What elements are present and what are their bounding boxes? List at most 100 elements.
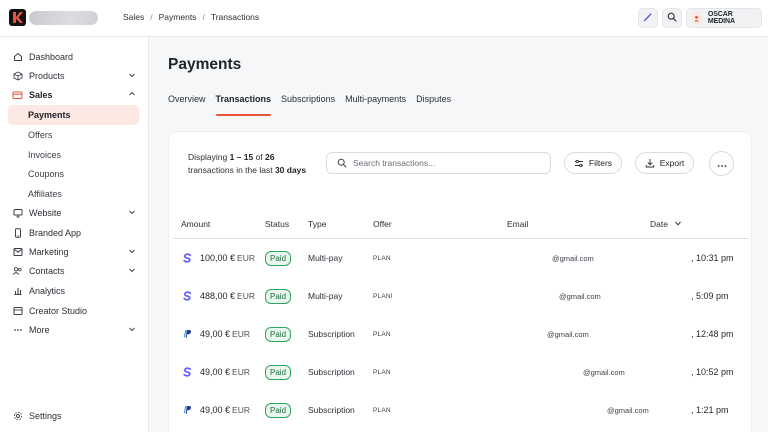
paypal-icon bbox=[183, 391, 192, 429]
tab-overview[interactable]: Overview bbox=[168, 94, 206, 116]
offer-cell[interactable]: PLAN bbox=[373, 315, 391, 353]
brand-logo-icon[interactable] bbox=[9, 9, 26, 26]
offer-cell[interactable]: PLAN bbox=[373, 391, 391, 429]
sidebar-item-sales[interactable]: Sales bbox=[8, 85, 139, 104]
tab-disputes[interactable]: Disputes bbox=[416, 94, 451, 116]
column-amount[interactable]: Amount bbox=[181, 219, 210, 229]
table-row[interactable]: 49,00 € EUR Paid Subscription PLAN @gmail… bbox=[173, 353, 749, 391]
column-email[interactable]: Email bbox=[507, 219, 528, 229]
stripe-icon bbox=[183, 277, 192, 315]
summary-total: 26 bbox=[265, 152, 275, 162]
chevron-up-icon bbox=[128, 90, 136, 100]
summary-period: 30 days bbox=[274, 164, 307, 175]
breadcrumb-transactions: Transactions bbox=[210, 12, 260, 22]
status-badge: Paid bbox=[265, 364, 292, 380]
user-name: OSCAR MEDINA bbox=[707, 11, 735, 25]
summary-text: Displaying bbox=[188, 152, 230, 162]
sidebar-item-website[interactable]: Website bbox=[8, 203, 139, 222]
summary-range: 1 – 15 bbox=[229, 152, 254, 162]
tab-subscriptions[interactable]: Subscriptions bbox=[281, 94, 335, 116]
sidebar-item-label: Website bbox=[29, 207, 62, 218]
table-row[interactable]: 488,00 € EUR Paid Multi-pay PLANI @gmail.… bbox=[173, 277, 749, 315]
page-title: Payments bbox=[168, 56, 242, 73]
table-row[interactable]: 100,00 € EUR Paid Multi-pay PLAN @gmail.c… bbox=[173, 239, 749, 277]
cube-icon bbox=[12, 70, 23, 81]
sidebar-item-label: Sales bbox=[29, 89, 53, 100]
gear-icon bbox=[12, 410, 23, 421]
sidebar-item-dashboard[interactable]: Dashboard bbox=[8, 47, 139, 66]
email-cell[interactable]: @gmail.com bbox=[583, 353, 625, 391]
avatar bbox=[691, 12, 703, 24]
phone-icon bbox=[12, 227, 23, 238]
offer-cell[interactable]: PLAN bbox=[373, 239, 391, 277]
breadcrumb-payments[interactable]: Payments bbox=[159, 12, 197, 22]
amount-value: 49,00 € bbox=[200, 367, 231, 377]
date-cell: , 12:48 pm bbox=[691, 329, 734, 339]
breadcrumb-sales[interactable]: Sales bbox=[123, 12, 144, 22]
date-cell: , 1:21 pm bbox=[691, 405, 729, 415]
chevron-down-icon bbox=[128, 266, 136, 276]
table-row[interactable]: 49,00 € EUR Paid Subscription PLAN @gmail… bbox=[173, 391, 749, 429]
sidebar-item-creator-studio[interactable]: Creator Studio bbox=[8, 301, 139, 320]
search-input[interactable] bbox=[353, 158, 533, 168]
chart-icon bbox=[12, 285, 23, 296]
chevron-down-icon bbox=[128, 71, 136, 81]
sidebar-subitem-payments[interactable]: Payments bbox=[8, 105, 139, 125]
sidebar-subitem-offers[interactable]: Offers bbox=[8, 125, 139, 145]
offer-cell[interactable]: PLANI bbox=[373, 277, 393, 315]
more-actions-button[interactable] bbox=[709, 151, 734, 176]
breadcrumb: Sales / Payments / Transactions bbox=[123, 12, 259, 22]
type-cell: Multi-pay bbox=[308, 291, 343, 301]
top-bar: Sales / Payments / Transactions OSCAR ME… bbox=[0, 0, 768, 37]
sidebar-item-marketing[interactable]: Marketing bbox=[8, 242, 139, 261]
sidebar-subitem-invoices[interactable]: Invoices bbox=[8, 145, 139, 165]
results-summary: Displaying 1 – 15 of 26 transactions in … bbox=[188, 151, 328, 176]
paypal-icon bbox=[183, 315, 192, 353]
sidebar-item-branded-app[interactable]: Branded App bbox=[8, 223, 139, 242]
table-row[interactable]: 49,00 € EUR Paid Subscription PLAN @gmail… bbox=[173, 315, 749, 353]
currency-code: EUR bbox=[232, 367, 250, 377]
offer-cell[interactable]: PLAN bbox=[373, 353, 391, 391]
type-cell: Multi-pay bbox=[308, 253, 343, 263]
sidebar-item-settings[interactable]: Settings bbox=[8, 406, 139, 425]
amount-value: 100,00 € bbox=[200, 253, 236, 263]
search-icon bbox=[667, 9, 677, 27]
sidebar-item-contacts[interactable]: Contacts bbox=[8, 261, 139, 280]
column-offer[interactable]: Offer bbox=[373, 219, 392, 229]
column-date[interactable]: Date bbox=[650, 219, 682, 229]
chevron-down-icon bbox=[128, 208, 136, 218]
tab-transactions[interactable]: Transactions bbox=[215, 94, 271, 116]
search-icon bbox=[337, 158, 347, 168]
search-box[interactable] bbox=[326, 152, 551, 174]
status-cell: Paid bbox=[265, 277, 292, 315]
column-type[interactable]: Type bbox=[308, 219, 326, 229]
currency-code: EUR bbox=[237, 253, 255, 263]
user-menu-button[interactable]: OSCAR MEDINA bbox=[686, 8, 762, 28]
stripe-icon bbox=[183, 353, 192, 391]
filters-button[interactable]: Filters bbox=[564, 152, 622, 174]
sidebar-item-products[interactable]: Products bbox=[8, 66, 139, 85]
amount-value: 49,00 € bbox=[200, 329, 231, 339]
email-cell[interactable]: @gmail.com bbox=[552, 239, 594, 277]
workspace-name-blurred[interactable] bbox=[29, 11, 98, 25]
home-icon bbox=[12, 51, 23, 62]
sidebar-item-label: Analytics bbox=[29, 285, 66, 296]
amount-value: 488,00 € bbox=[200, 291, 236, 301]
email-cell[interactable]: @gmail.com bbox=[547, 315, 589, 353]
sidebar-item-analytics[interactable]: Analytics bbox=[8, 281, 139, 300]
sidebar-subitem-affiliates[interactable]: Affiliates bbox=[8, 184, 139, 204]
tab-bar: Overview Transactions Subscriptions Mult… bbox=[168, 94, 461, 116]
email-cell[interactable]: @gmail.com bbox=[607, 391, 649, 429]
sidebar-item-label: Branded App bbox=[29, 227, 82, 238]
currency-code: EUR bbox=[237, 291, 255, 301]
export-button[interactable]: Export bbox=[635, 152, 694, 174]
sidebar-item-more[interactable]: More bbox=[8, 320, 139, 339]
sidebar-subitem-coupons[interactable]: Coupons bbox=[8, 164, 139, 184]
email-cell[interactable]: @gmail.com bbox=[559, 277, 601, 315]
magic-wand-button[interactable] bbox=[638, 8, 658, 28]
summary-text: transactions in the last bbox=[188, 164, 275, 175]
column-status[interactable]: Status bbox=[265, 219, 289, 229]
tab-multi-payments[interactable]: Multi-payments bbox=[345, 94, 406, 116]
search-button[interactable] bbox=[662, 8, 682, 28]
dots-icon bbox=[12, 324, 23, 335]
